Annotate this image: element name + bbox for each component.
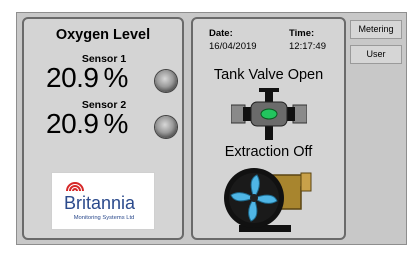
sensor-1-unit: %	[103, 62, 129, 93]
valve-icon	[231, 88, 307, 140]
date-label: Date:	[209, 28, 233, 39]
sensor-2-value: 20.9	[46, 108, 99, 139]
logo-tagline: Monitoring Systems Ltd	[73, 215, 135, 221]
sensor-2-unit: %	[103, 108, 129, 139]
logo-name: Britannia	[64, 193, 136, 213]
oxygen-level-title: Oxygen Level	[55, 27, 151, 43]
valve-status-text: Tank Valve Open	[213, 67, 324, 83]
hmi-screen: Oxygen Level Sensor 1 20.9% Sensor 2 20.…	[16, 12, 407, 245]
extraction-status-text: Extraction Off	[224, 144, 313, 160]
sensor-2-status-led	[155, 116, 177, 138]
user-button[interactable]: User	[350, 45, 402, 64]
sensor-2-reading: 20.9%	[46, 108, 128, 140]
extraction-fan-icon	[224, 168, 312, 232]
status-panel: Date: 16/04/2019 Time: 12:17:49 Tank Val…	[191, 17, 346, 240]
sensor-1-value: 20.9	[46, 62, 99, 93]
oxygen-level-panel: Oxygen Level Sensor 1 20.9% Sensor 2 20.…	[22, 17, 184, 240]
time-value: 12:17:49	[289, 41, 326, 52]
time-label: Time:	[289, 28, 315, 39]
sensor-1-status-led	[155, 70, 177, 92]
britannia-logo: Britannia Monitoring Systems Ltd	[51, 172, 155, 230]
valve-indicator-icon	[260, 108, 278, 120]
date-value: 16/04/2019	[209, 41, 257, 52]
sensor-1-reading: 20.9%	[46, 62, 128, 94]
metering-button[interactable]: Metering	[350, 20, 402, 39]
